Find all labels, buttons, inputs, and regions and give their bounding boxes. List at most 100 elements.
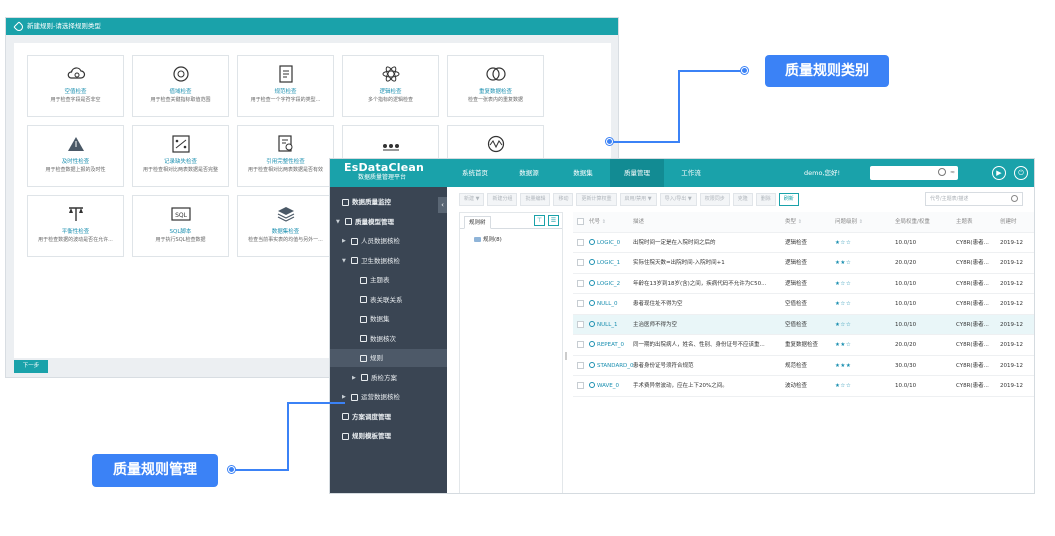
row-checkbox[interactable] <box>577 320 584 328</box>
rule-type-card[interactable]: 数据集检查 检查当前事实表的均值与另外一... <box>237 195 334 257</box>
caret-icon: ▼ <box>342 257 346 264</box>
sidebar-item[interactable]: 数据质量监控 <box>330 193 447 211</box>
rule-type-card[interactable]: 记录缺失检查 用于检查相对比两表数据是否完整 <box>132 125 229 187</box>
sidebar-item[interactable]: 规则模板管理 <box>330 427 447 445</box>
rule-weight: 20.0/20 <box>895 342 917 348</box>
toolbar-button[interactable]: 导入/导出 ▼ <box>659 193 697 206</box>
toolbar-button[interactable]: 移动 <box>553 193 574 206</box>
rule-desc: 同一期的出院病人，姓名、性别、身份证号不应该重... <box>633 342 765 348</box>
rule-type-card[interactable]: 规范检查 用于检查一个字符字段的类型... <box>237 55 334 117</box>
sidebar-item[interactable]: 数据集 <box>330 310 447 328</box>
created-time: 2019-12 <box>1000 362 1023 369</box>
toolbar-button[interactable]: 克隆 <box>732 193 753 206</box>
rule-type-card[interactable]: 逻辑检查 多个指标的逻辑检查 <box>342 55 439 117</box>
sidebar-item[interactable]: 主题表 <box>330 271 447 289</box>
play-icon[interactable]: ▶ <box>992 166 1006 180</box>
toolbar-button[interactable]: 启用/禁用 ▼ <box>619 193 657 206</box>
toolbar-button[interactable]: 更新计算权重 <box>576 193 617 206</box>
table-row[interactable]: WAVE_0 手术费异常波动，应在上下20%之间。 波动检查 ★☆☆ 10.0/10 CY… <box>573 376 1034 397</box>
toolbar-button[interactable]: 删除 <box>755 193 776 206</box>
row-checkbox[interactable] <box>577 361 584 369</box>
sidebar-item[interactable]: ▶ 质检方案 <box>330 369 447 387</box>
toolbar-button[interactable]: 新建 ▼ <box>459 193 485 206</box>
tab-rule-tree[interactable]: 规则树 <box>464 216 491 229</box>
svg-text:SQL: SQL <box>175 212 188 219</box>
column-header[interactable]: 代号 ⇕ <box>589 212 606 232</box>
rule-type-card[interactable]: 重复数据检查 检查一张表内的重复数据 <box>447 55 544 117</box>
column-header[interactable]: 全局权重/权重 <box>895 212 930 232</box>
table-row[interactable]: NULL_0 患者现住址不得为空 空值检查 ★☆☆ 10.0/10 CY8R(患者... 2… <box>573 294 1034 315</box>
row-checkbox[interactable] <box>577 279 584 287</box>
table-row[interactable]: NULL_1 主治医师不得为空 空值检查 ★☆☆ 10.0/10 CY8R(患者... 20… <box>573 314 1034 335</box>
nav-item[interactable]: 系统首页 <box>448 159 502 187</box>
tree-node-rules[interactable]: 规则(8) <box>474 235 502 243</box>
row-checkbox[interactable] <box>577 382 584 389</box>
panel-splitter[interactable] <box>564 212 568 493</box>
rule-type: 逻辑检查 <box>785 239 808 246</box>
rule-code-link[interactable]: LOGIC_2 <box>589 274 620 294</box>
table-row[interactable]: REPEAT_0 同一期的出院病人，姓名、性别、身份证号不应该重... 重复数据检查… <box>573 335 1034 356</box>
row-checkbox[interactable] <box>577 341 584 348</box>
rule-type-card[interactable]: 及时性检查 用于检查数据上报的及时性 <box>27 125 124 187</box>
nav-item[interactable]: 数据源 <box>502 159 556 187</box>
severity-stars: ★☆☆ <box>835 321 852 328</box>
nav-item[interactable]: 工作流 <box>664 159 718 187</box>
toolbar-button[interactable]: 批量编辑 <box>520 193 551 206</box>
sidebar-item[interactable]: 表关联关系 <box>330 291 447 309</box>
sidebar-item[interactable]: ▼ 质量模型管理 <box>330 213 447 231</box>
row-checkbox[interactable] <box>577 300 584 307</box>
rule-type-name: 空值检查 <box>64 89 87 95</box>
sidebar-item[interactable]: 规则 <box>330 349 447 367</box>
toolbar-button[interactable]: 新建分组 <box>487 193 518 206</box>
rule-type-desc: 用于检查字段是否非空 <box>50 97 101 103</box>
sidebar-item[interactable]: ▼ 卫生数据核检 <box>330 252 447 270</box>
rule-weight: 30.0/30 <box>895 362 917 369</box>
rule-type: 空值检查 <box>785 301 808 307</box>
rule-code-link[interactable]: NULL_0 <box>589 294 618 314</box>
toolbar-button[interactable]: 刷新 <box>778 193 799 206</box>
rule-type-card[interactable]: 空值检查用于检查字段是否非空 <box>27 55 124 117</box>
column-header[interactable]: 类型 ⇕ <box>785 212 802 232</box>
rule-code-link[interactable]: REPEAT_0 <box>589 335 624 355</box>
table-row[interactable]: LOGIC_1 实际住院天数=出院时间-入院时间+1 逻辑检查 ★★☆ 20.0/20 C… <box>573 253 1034 274</box>
select-all-checkbox[interactable] <box>577 218 584 225</box>
toolbar-button[interactable]: 权限同步 <box>699 193 730 206</box>
table-row[interactable]: LOGIC_0 出院时间一定是在入院时间之后的 逻辑检查 ★☆☆ 10.0/10 CY8R… <box>573 233 1034 253</box>
global-search-input[interactable]: ≈ <box>870 166 958 180</box>
row-checkbox[interactable] <box>577 259 584 266</box>
rule-code-link[interactable]: WAVE_0 <box>589 376 619 396</box>
column-header[interactable]: 创建时 <box>1000 212 1017 232</box>
rule-code-link[interactable]: LOGIC_0 <box>589 233 620 253</box>
rule-type-card[interactable]: 值域检查 用于检查关键指标取值范围 <box>132 55 229 117</box>
sidebar-item[interactable]: 方案调度管理 <box>330 408 447 426</box>
column-header[interactable]: 问题级别 ⇕ <box>835 212 863 232</box>
rule-type-card[interactable]: 引用完整性检查 用于检查相对比两表数据是否有效 <box>237 125 334 187</box>
nav-item[interactable]: 质量管理 <box>610 159 664 187</box>
sidebar-item[interactable]: 数据核次 <box>330 330 447 348</box>
nav-item[interactable]: 数据集 <box>556 159 610 187</box>
column-header[interactable]: 描述 <box>633 212 644 232</box>
rule-type-card[interactable]: SQL SQL脚本 用于执行SQL检查数据 <box>132 195 229 257</box>
rule-code-link[interactable]: LOGIC_1 <box>589 253 620 273</box>
dots-icon <box>381 134 401 154</box>
sidebar-item[interactable]: ▶ 人员数据核检 <box>330 232 447 250</box>
tree-view-icon[interactable]: ⊤ <box>534 215 545 226</box>
filter-input[interactable]: 代号/主题表/描述 <box>925 192 1023 206</box>
power-icon[interactable]: ⏻ <box>1014 166 1028 180</box>
list-view-icon[interactable]: ☰ <box>548 215 559 226</box>
row-checkbox[interactable] <box>577 238 584 246</box>
tag-icon <box>13 20 25 33</box>
table-row[interactable]: STANDARD_0 患者身份证号须符合规范 规范检查 ★★★ 30.0/30 CY8R(… <box>573 356 1034 376</box>
search-option-icon[interactable]: ≈ <box>950 167 955 179</box>
menu-item-icon <box>351 257 358 264</box>
column-header[interactable]: 主题表 <box>956 212 973 232</box>
rule-code-link[interactable]: STANDARD_0 <box>589 356 634 376</box>
rule-type: 空值检查 <box>785 321 808 328</box>
rule-type-card[interactable]: 平衡性检查 用于检查数据的波动是否在允许... <box>27 195 124 257</box>
next-step-button[interactable]: 下一步 <box>14 360 48 373</box>
rule-code-link[interactable]: NULL_1 <box>589 315 618 335</box>
table-row[interactable]: LOGIC_2 年龄在13岁到18岁(含)之间，疾病代码不允许为C50... 逻辑检… <box>573 274 1034 294</box>
rule-type-icon <box>589 300 595 306</box>
rule-desc: 手术费异常波动，应在上下20%之间。 <box>633 383 728 389</box>
sidebar-item[interactable]: ▶ 运营数据核检 <box>330 388 447 406</box>
